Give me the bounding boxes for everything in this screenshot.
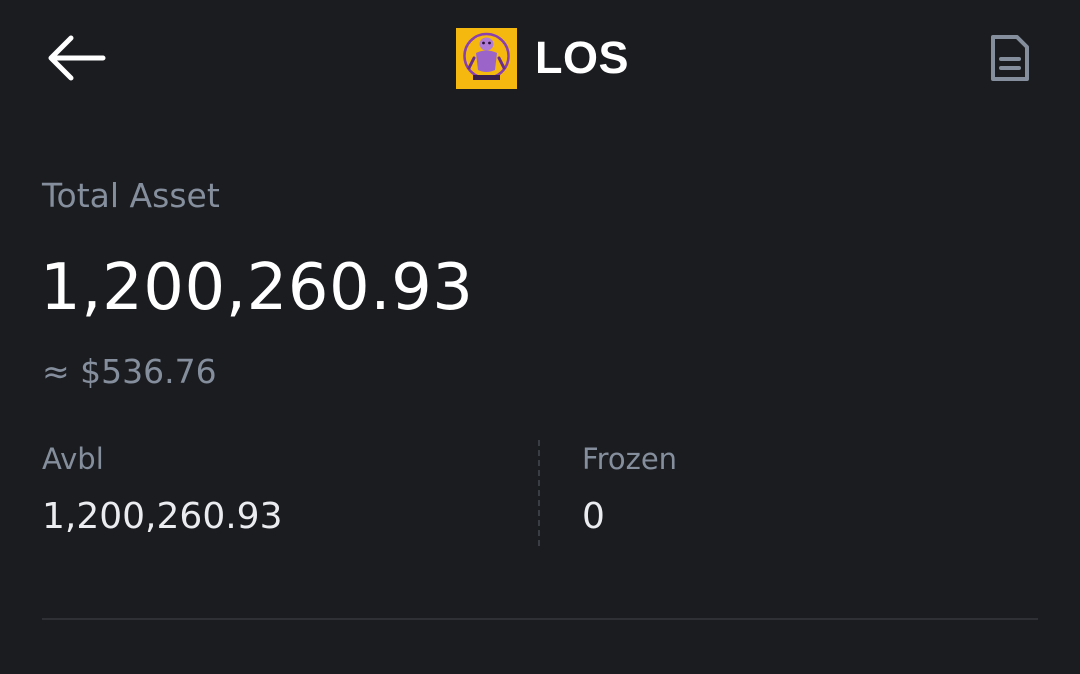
document-icon [991, 35, 1029, 81]
token-logo [456, 27, 517, 89]
available-label: Avbl [42, 442, 104, 476]
frozen-label: Frozen [582, 442, 678, 476]
history-button[interactable] [982, 28, 1038, 88]
arrow-left-icon [48, 35, 106, 81]
top-bar: LOS [0, 0, 1080, 116]
total-asset-value: 1,200,260.93 [40, 251, 474, 325]
total-asset-label: Total Asset [42, 176, 220, 215]
available-value: 1,200,260.93 [42, 496, 283, 537]
column-divider [538, 440, 540, 546]
total-asset-usd: ≈ $536.76 [42, 352, 217, 391]
token-title: LOS [456, 27, 629, 89]
frozen-value: 0 [582, 496, 605, 537]
token-symbol: LOS [535, 32, 630, 83]
back-button[interactable] [44, 28, 108, 88]
section-divider [42, 618, 1038, 620]
